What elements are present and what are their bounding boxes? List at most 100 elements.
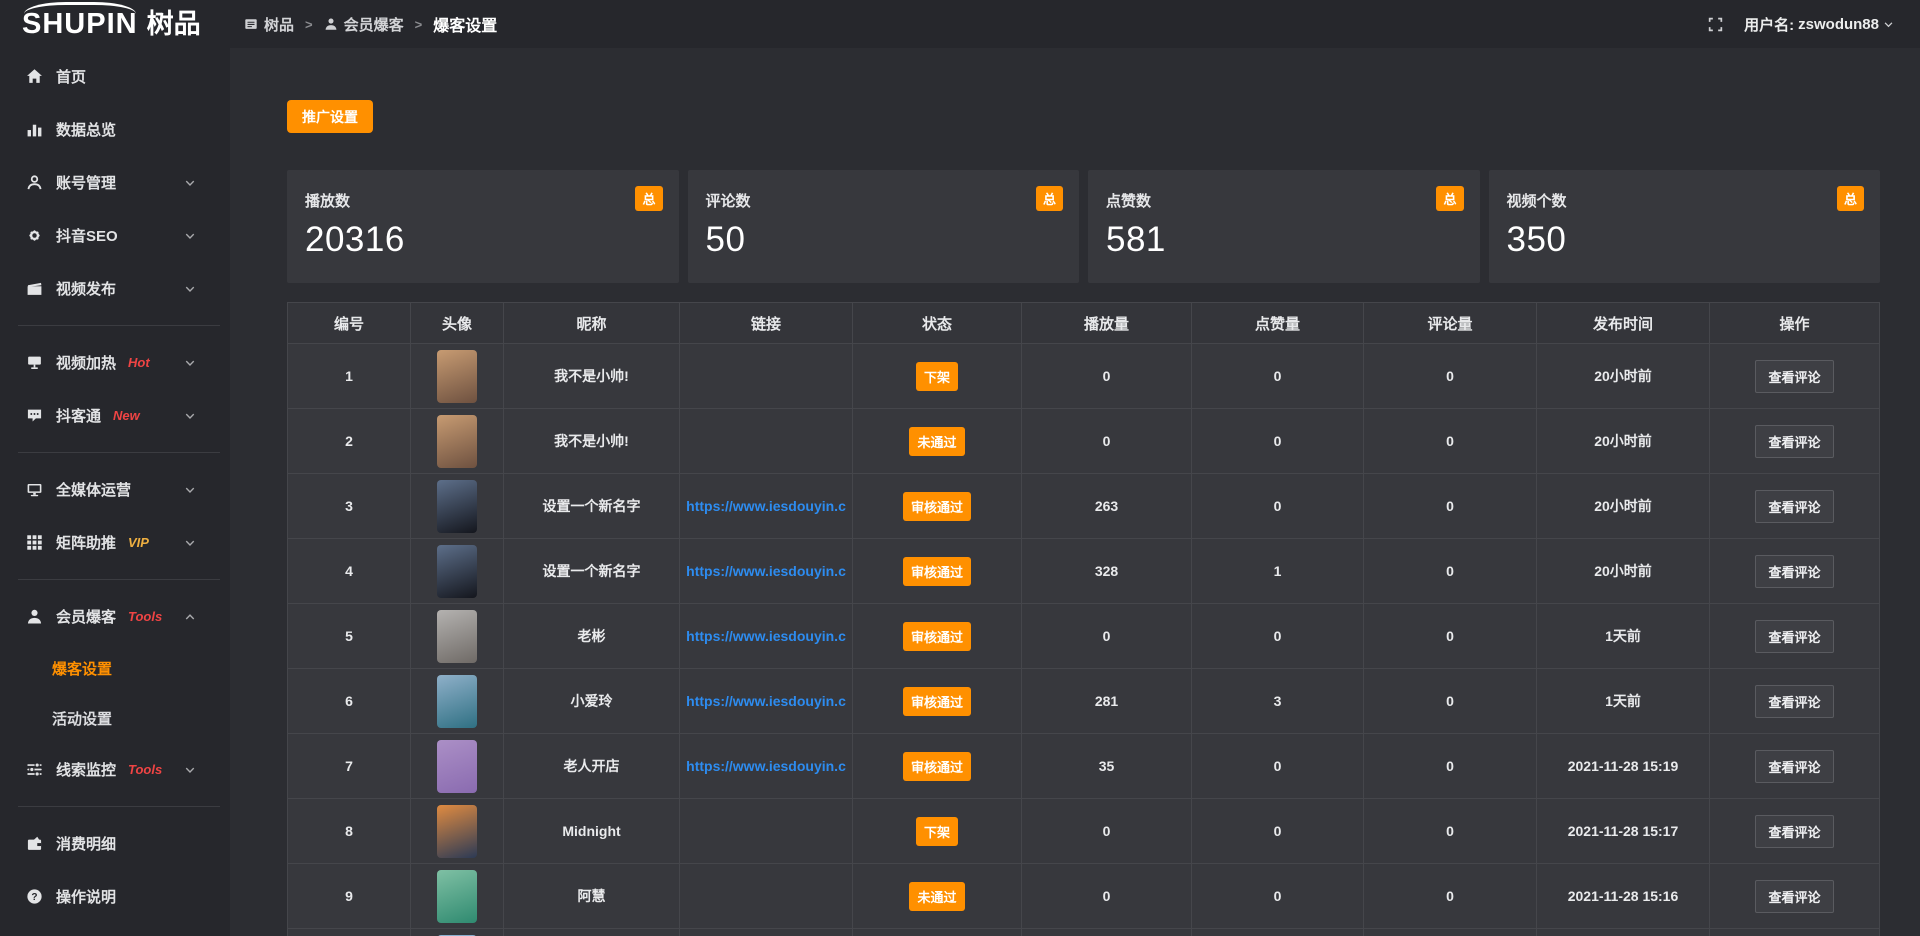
column-header: 点赞量 <box>1192 303 1364 344</box>
sidebar-badge: Tools <box>128 609 162 624</box>
promo-settings-button[interactable]: 推广设置 <box>287 100 373 133</box>
avatar <box>437 610 477 663</box>
sidebar-item-消费明细[interactable]: 消费明细 <box>0 817 230 870</box>
logo-text-en: SHUPIN <box>22 10 138 39</box>
video-icon <box>25 280 43 297</box>
view-comments-button[interactable]: 查看评论 <box>1755 425 1833 458</box>
chevron-down-icon <box>181 484 199 496</box>
sidebar-subitem-活动设置[interactable]: 活动设置 <box>0 693 230 743</box>
cell-link: https://www.iesdouyin.c <box>680 669 853 734</box>
fullscreen-icon[interactable] <box>1707 16 1724 33</box>
sidebar-item-线索监控[interactable]: 线索监控Tools <box>0 743 230 796</box>
video-link[interactable]: https://www.iesdouyin.c <box>686 758 846 774</box>
sidebar-item-视频加热[interactable]: 视频加热Hot <box>0 336 230 389</box>
avatar <box>437 545 477 598</box>
table-row: 3设置一个新名字https://www.iesdouyin.c审核通过26300… <box>288 474 1880 539</box>
chevron-down-icon <box>181 283 199 295</box>
cell-number: 3 <box>288 474 411 539</box>
app-icon <box>244 17 258 31</box>
avatar <box>437 740 477 793</box>
sidebar-item-矩阵助推[interactable]: 矩阵助推VIP <box>0 516 230 569</box>
sidebar-item-账号管理[interactable]: 账号管理 <box>0 156 230 209</box>
sidebar-badge: Hot <box>128 355 150 370</box>
cell-plays: 263 <box>1022 474 1192 539</box>
cell-plays: 0 <box>1022 409 1192 474</box>
breadcrumb-item[interactable]: 爆客设置 <box>433 12 497 36</box>
avatar <box>437 415 477 468</box>
status-badge: 审核通过 <box>903 622 971 651</box>
view-comments-button[interactable]: 查看评论 <box>1755 880 1833 913</box>
cell-nickname <box>504 929 680 936</box>
cell-avatar <box>411 734 504 799</box>
cell-likes: 0 <box>1192 344 1364 409</box>
cell-comments: 0 <box>1364 799 1537 864</box>
column-header: 链接 <box>680 303 853 344</box>
sidebar-item-全媒体运营[interactable]: 全媒体运营 <box>0 463 230 516</box>
cell-likes: 0 <box>1192 799 1364 864</box>
avatar <box>437 480 477 533</box>
sidebar-subitem-爆客设置[interactable]: 爆客设置 <box>0 643 230 693</box>
column-header: 播放量 <box>1022 303 1192 344</box>
view-comments-button[interactable]: 查看评论 <box>1755 685 1833 718</box>
cell-avatar <box>411 474 504 539</box>
sidebar-badge: New <box>113 408 140 423</box>
cell-avatar <box>411 344 504 409</box>
sidebar-item-抖音SEO[interactable]: 抖音SEO <box>0 209 230 262</box>
sidebar-item-label: 线索监控 <box>56 759 116 780</box>
chevron-down-icon <box>181 764 199 776</box>
user-menu[interactable]: 用户名: zswodun88 <box>1744 14 1894 35</box>
table-row: 6小爱玲https://www.iesdouyin.c审核通过281301天前查… <box>288 669 1880 734</box>
table-row: 10 <box>288 929 1880 936</box>
column-header: 状态 <box>853 303 1022 344</box>
video-link[interactable]: https://www.iesdouyin.c <box>686 628 846 644</box>
sidebar-divider <box>18 806 220 807</box>
view-comments-button[interactable]: 查看评论 <box>1755 815 1833 848</box>
stat-card-label: 点赞数 <box>1106 193 1151 210</box>
stat-card-label: 播放数 <box>305 193 350 210</box>
breadcrumb-item[interactable]: 会员爆客 <box>324 14 404 35</box>
cell-plays: 0 <box>1022 864 1192 929</box>
chevron-up-icon <box>181 611 199 623</box>
cell-plays: 281 <box>1022 669 1192 734</box>
stat-card: 点赞数总581 <box>1088 170 1480 283</box>
view-comments-button[interactable]: 查看评论 <box>1755 360 1833 393</box>
breadcrumb-item[interactable]: 树品 <box>244 14 294 35</box>
cell-plays: 0 <box>1022 604 1192 669</box>
video-link[interactable]: https://www.iesdouyin.c <box>686 498 846 514</box>
cell-avatar <box>411 604 504 669</box>
sidebar-item-操作说明[interactable]: ?操作说明 <box>0 870 230 923</box>
sidebar-item-抖客通[interactable]: 抖客通New <box>0 389 230 442</box>
help-icon: ? <box>25 888 43 905</box>
cell-likes <box>1192 929 1364 936</box>
video-link[interactable]: https://www.iesdouyin.c <box>686 693 846 709</box>
cell-comments: 0 <box>1364 864 1537 929</box>
sidebar-item-数据总览[interactable]: 数据总览 <box>0 103 230 156</box>
sidebar-item-视频发布[interactable]: 视频发布 <box>0 262 230 315</box>
cell-link: https://www.iesdouyin.c <box>680 539 853 604</box>
cell-time: 20小时前 <box>1537 539 1710 604</box>
view-comments-button[interactable]: 查看评论 <box>1755 750 1833 783</box>
cell-action: 查看评论 <box>1710 409 1880 474</box>
table-row: 2我不是小帅!未通过00020小时前查看评论 <box>288 409 1880 474</box>
cell-link <box>680 344 853 409</box>
video-link[interactable]: https://www.iesdouyin.c <box>686 563 846 579</box>
stat-card-value: 20316 <box>305 220 661 260</box>
cell-number: 7 <box>288 734 411 799</box>
sidebar-item-label: 数据总览 <box>56 119 116 140</box>
sidebar-item-首页[interactable]: 首页 <box>0 50 230 103</box>
cell-number: 6 <box>288 669 411 734</box>
sidebar-item-label: 视频发布 <box>56 278 116 299</box>
cell-nickname: 小爱玲 <box>504 669 680 734</box>
cell-link <box>680 929 853 936</box>
view-comments-button[interactable]: 查看评论 <box>1755 620 1833 653</box>
table-row: 5老彬https://www.iesdouyin.c审核通过0001天前查看评论 <box>288 604 1880 669</box>
sidebar-item-会员爆客[interactable]: 会员爆客Tools <box>0 590 230 643</box>
cell-avatar <box>411 669 504 734</box>
cell-nickname: 我不是小帅! <box>504 409 680 474</box>
view-comments-button[interactable]: 查看评论 <box>1755 555 1833 588</box>
cell-number: 10 <box>288 929 411 936</box>
view-comments-button[interactable]: 查看评论 <box>1755 490 1833 523</box>
avatar <box>437 870 477 923</box>
cell-nickname: 老人开店 <box>504 734 680 799</box>
sidebar-divider <box>18 325 220 326</box>
